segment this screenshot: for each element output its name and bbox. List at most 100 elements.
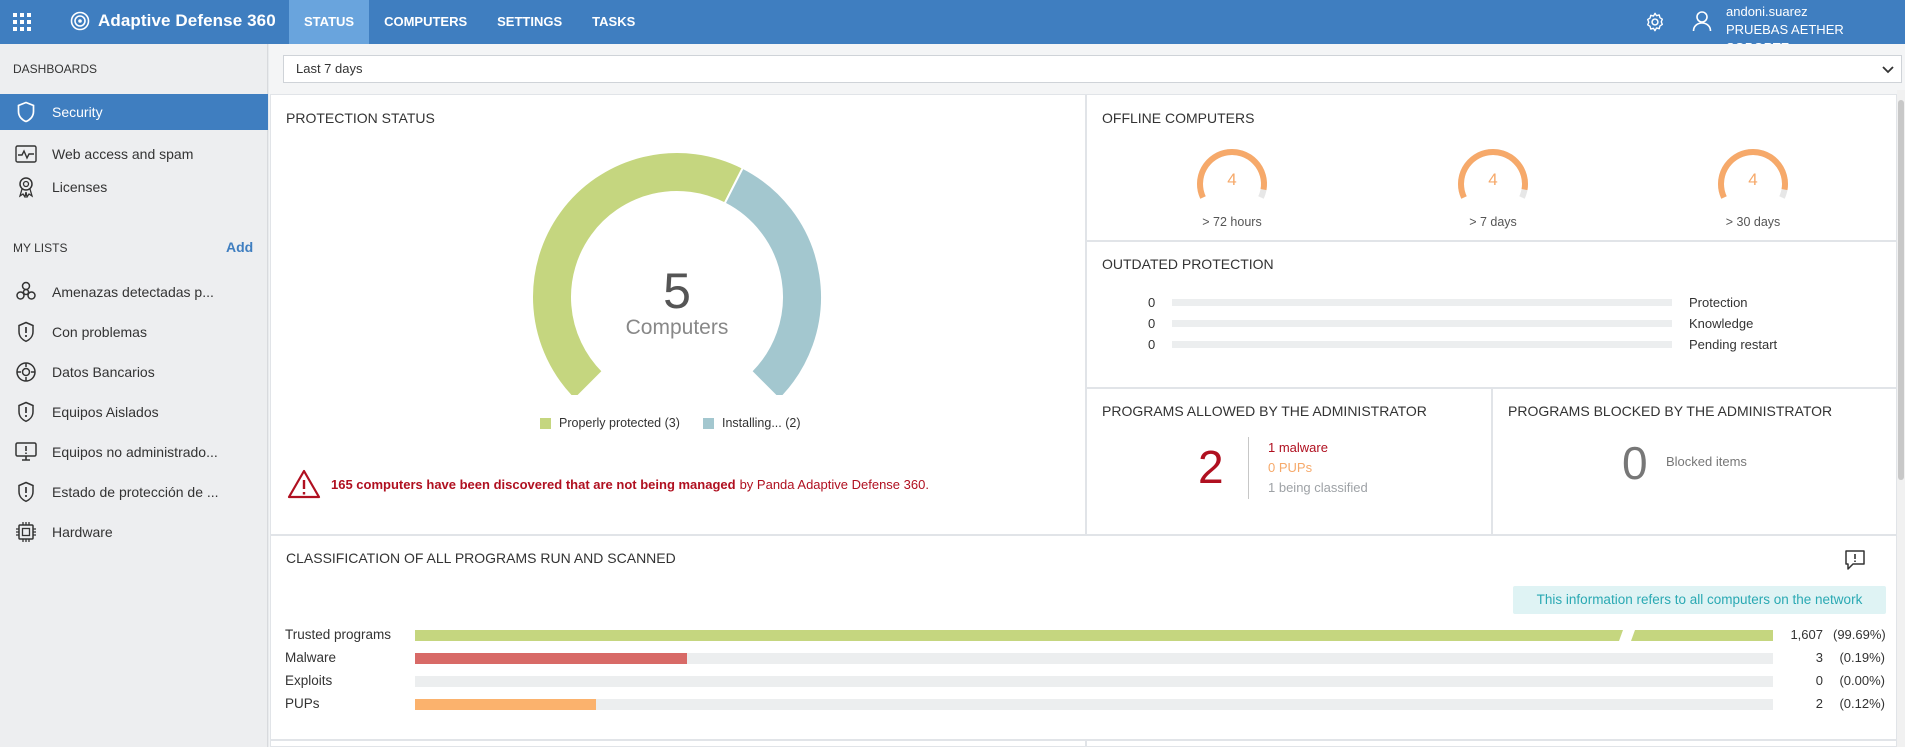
legend-swatch — [540, 417, 551, 429]
settings-gear-icon[interactable] — [1644, 11, 1666, 33]
outdated-bar — [1172, 298, 1672, 306]
classification-row[interactable]: Malware 3 (0.19%) — [285, 647, 1885, 667]
warning-triangle-icon — [287, 469, 321, 499]
chip-icon — [13, 521, 39, 543]
outdated-bar — [1172, 340, 1672, 348]
next-panel-left — [270, 740, 1086, 747]
classification-percent: (0.00%) — [1839, 672, 1885, 688]
legend-item-installing[interactable]: Installing... (2) — [703, 416, 801, 430]
outdated-bar — [1172, 319, 1672, 327]
sidebar-item-label: Web access and spam — [52, 146, 194, 162]
my-lists-heading: MY LISTS — [13, 241, 68, 255]
sidebar-item-label: Datos Bancarios — [52, 364, 155, 380]
scrollbar-thumb[interactable] — [1898, 100, 1904, 480]
sidebar-list-item[interactable]: Hardware — [0, 514, 268, 550]
tab-computers[interactable]: COMPUTERS — [369, 0, 482, 44]
unmanaged-warning[interactable]: 165 computers have been discovered that … — [287, 468, 1047, 500]
classification-bar-track — [415, 628, 1773, 643]
classification-count: 0 — [1815, 672, 1823, 688]
outdated-row-protection[interactable]: 0 Protection — [1148, 292, 1788, 312]
outdated-row-knowledge[interactable]: 0 Knowledge — [1148, 313, 1788, 333]
classification-bar — [415, 699, 596, 710]
shield-icon — [13, 101, 39, 123]
classification-percent: (0.19%) — [1839, 649, 1885, 665]
warning-bold-text[interactable]: 165 computers have been discovered that … — [331, 477, 736, 492]
sidebar-item-label: Con problemas — [52, 324, 147, 340]
user-name: andoni.suarez — [1726, 4, 1808, 19]
shield-alert-icon — [13, 481, 39, 503]
sidebar-item-web-access[interactable]: Web access and spam — [0, 136, 268, 172]
sidebar-list-item[interactable]: Equipos no administrado... — [0, 434, 268, 470]
sidebar-item-licenses[interactable]: Licenses — [0, 169, 268, 205]
divider — [1248, 437, 1249, 499]
app-name: Adaptive Defense 360 — [98, 11, 276, 30]
legend-item-protected[interactable]: Properly protected (3) — [540, 416, 680, 430]
sidebar-item-label: Security — [52, 104, 103, 120]
sidebar-item-label: Hardware — [52, 524, 113, 540]
classification-row[interactable]: Exploits 0 (0.00%) — [285, 670, 1885, 690]
blocked-label: Blocked items — [1666, 454, 1747, 469]
outdated-label: Pending restart — [1689, 336, 1778, 352]
comment-icon[interactable] — [1844, 549, 1866, 571]
sidebar-list-item[interactable]: Estado de protección de ... — [0, 474, 268, 510]
classification-bar-track — [415, 699, 1773, 710]
sidebar-list-item[interactable]: Equipos Aislados — [0, 394, 268, 430]
legend-swatch — [703, 417, 714, 429]
offline-item-7d[interactable]: 4 > 7 days — [1438, 146, 1548, 229]
main-nav: STATUS COMPUTERS SETTINGS TASKS — [289, 0, 650, 44]
classification-bar — [415, 653, 687, 664]
tab-tasks[interactable]: TASKS — [577, 0, 650, 44]
warning-text: by Panda Adaptive Defense 360. — [739, 476, 929, 492]
offline-caption: > 7 days — [1469, 215, 1517, 229]
shield-alert-icon — [13, 321, 39, 343]
classification-row[interactable]: Trusted programs 1,607 (99.69%) — [285, 624, 1886, 644]
classification-percent: (99.69%) — [1833, 626, 1886, 642]
classification-count: 3 — [1815, 649, 1823, 665]
allowed-total[interactable]: 2 — [1198, 440, 1224, 494]
sidebar-item-security[interactable]: Security — [0, 94, 268, 130]
offline-value: 4 — [1227, 170, 1237, 189]
panel-title: OUTDATED PROTECTION — [1102, 256, 1274, 272]
sidebar-item-label: Equipos no administrado... — [52, 444, 218, 460]
panel-title: CLASSIFICATION OF ALL PROGRAMS RUN AND S… — [286, 550, 676, 566]
sidebar-list-item[interactable]: Amenazas detectadas p... — [0, 274, 268, 310]
offline-caption: > 72 hours — [1202, 215, 1262, 229]
tab-status[interactable]: STATUS — [289, 0, 370, 44]
allowed-pups[interactable]: 0 PUPs — [1268, 458, 1368, 478]
offline-item-30d[interactable]: 4 > 30 days — [1698, 146, 1808, 229]
allowed-being-classified[interactable]: 1 being classified — [1268, 478, 1368, 498]
tab-settings[interactable]: SETTINGS — [482, 0, 577, 44]
classification-count: 2 — [1815, 695, 1823, 711]
offline-caption: > 30 days — [1725, 215, 1781, 229]
outdated-row-pending-restart[interactable]: 0 Pending restart — [1148, 334, 1788, 354]
classification-row[interactable]: PUPs 2 (0.12%) — [285, 693, 1885, 713]
brand-logo-icon — [70, 11, 90, 31]
sidebar-list-item[interactable]: Datos Bancarios — [0, 354, 268, 390]
date-range-select[interactable]: Last 7 days — [283, 55, 1902, 83]
app-brand[interactable]: Adaptive Defense 360 — [70, 11, 276, 31]
classification-label: Malware — [285, 649, 337, 665]
outdated-count: 0 — [1148, 315, 1156, 331]
outdated-label: Protection — [1689, 294, 1748, 310]
page-scrollbar[interactable] — [1897, 90, 1905, 747]
allowed-malware[interactable]: 1 malware — [1268, 438, 1368, 458]
chevron-down-icon — [1882, 66, 1894, 74]
app-grid-icon[interactable] — [13, 13, 31, 31]
panel-title: PROGRAMS ALLOWED BY THE ADMINISTRATOR — [1102, 403, 1427, 419]
classification-percent: (0.12%) — [1839, 695, 1885, 711]
user-icon[interactable] — [1692, 10, 1712, 32]
allowed-breakdown: 1 malware 0 PUPs 1 being classified — [1268, 438, 1368, 498]
classification-label: Trusted programs — [285, 626, 392, 642]
offline-item-72h[interactable]: 4 > 72 hours — [1177, 146, 1287, 229]
legend-label: Installing... (2) — [722, 416, 801, 430]
outdated-count: 0 — [1148, 336, 1156, 352]
add-list-link[interactable]: Add — [226, 239, 253, 255]
top-bar: Adaptive Defense 360 STATUS COMPUTERS SE… — [0, 0, 1905, 55]
gear-circle-icon — [13, 361, 39, 383]
blocked-total[interactable]: 0 — [1622, 436, 1648, 490]
sidebar-item-label: Estado de protección de ... — [52, 484, 219, 500]
outdated-label: Knowledge — [1689, 315, 1754, 331]
classification-count: 1,607 — [1790, 626, 1823, 642]
sidebar-list-item[interactable]: Con problemas — [0, 314, 268, 350]
classification-bar-track — [415, 676, 1773, 687]
